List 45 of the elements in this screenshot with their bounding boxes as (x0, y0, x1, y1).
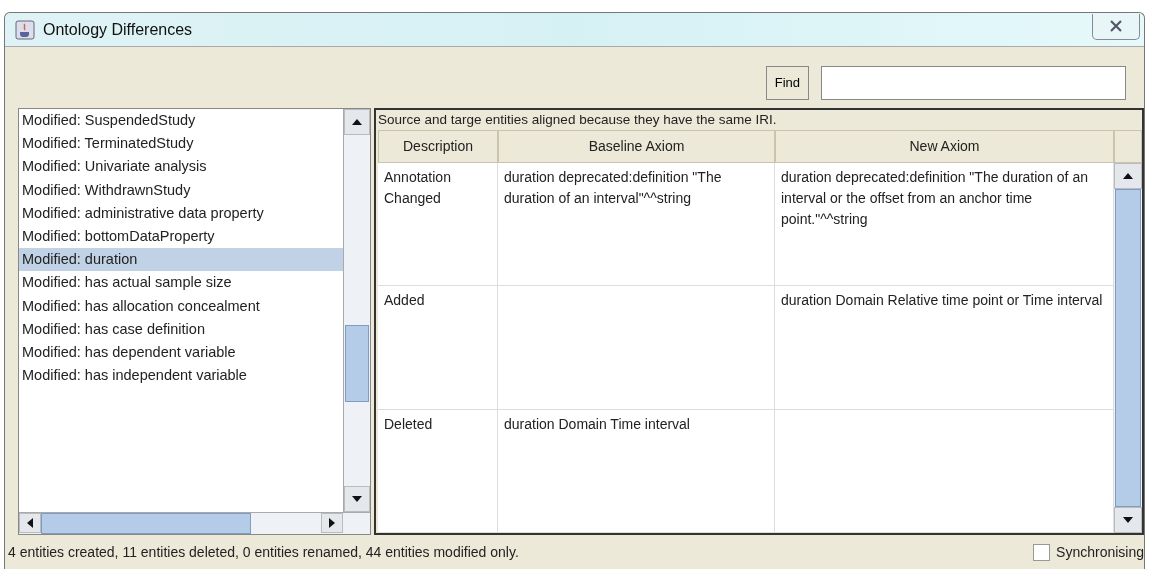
header-corner (1114, 130, 1142, 163)
find-button[interactable]: Find (765, 66, 809, 100)
down-arrow-icon (1123, 517, 1133, 523)
column-header: Baseline Axiom (498, 130, 775, 163)
scrollbar-thumb[interactable] (41, 513, 251, 534)
entity-list-item[interactable]: Modified: Univariate analysis (19, 155, 343, 179)
entity-list-item[interactable]: Modified: has case definition (19, 317, 343, 341)
status-text: 4 entities created, 11 entities deleted, 0 entities renamed, 44 entities modified only. (8, 542, 519, 562)
entity-list-item[interactable]: Modified: has allocation concealment (19, 294, 343, 318)
entity-list-item[interactable]: Modified: administrative data property (19, 201, 343, 225)
find-field[interactable] (821, 66, 1126, 100)
window-title: Ontology Differences (43, 19, 193, 40)
synchronising-label: Synchronising (1056, 542, 1144, 562)
down-arrow-icon (352, 496, 362, 502)
right-arrow-icon (329, 518, 335, 528)
entity-list-item[interactable]: Modified: has independent variable (19, 364, 343, 388)
table-cell-text: Deleted (384, 415, 433, 432)
entity-list-item[interactable]: Modified: has actual sample size (19, 271, 343, 295)
entity-list-item[interactable]: Modified: WithdrawnStudy (19, 178, 343, 202)
table-cell-text: duration deprecated:definition "The duration of an interval or the offset from an anchor time point."^^string (781, 169, 1088, 227)
table-cell-text: duration Domain Relative time point or Time interval (781, 292, 1103, 309)
entity-list-item[interactable]: Modified: TerminatedStudy (19, 132, 343, 156)
table-cell-text: duration deprecated:definition "The duration of an interval"^^string (504, 169, 722, 206)
scrollbar-thumb[interactable] (345, 324, 369, 402)
column-header: New Axiom (775, 130, 1114, 163)
table-vertical-scrollbar[interactable] (1114, 130, 1142, 533)
table-cell-text: duration Domain Time interval (504, 415, 690, 432)
scrollbar-thumb[interactable] (1115, 189, 1141, 507)
entity-list-item[interactable]: Modified: bottomDataProperty (19, 224, 343, 249)
table-cell-text: Added (384, 292, 425, 309)
close-icon (1109, 20, 1123, 32)
vertical-scrollbar[interactable] (343, 109, 370, 512)
up-arrow-icon (352, 119, 362, 125)
left-arrow-icon (27, 518, 33, 528)
column-header: Description (378, 130, 498, 163)
java-cup-icon (15, 19, 35, 40)
entity-list-item[interactable]: Modified: SuspendedStudy (19, 109, 343, 133)
up-arrow-icon (1123, 173, 1133, 179)
horizontal-scrollbar[interactable] (19, 512, 370, 534)
close-button[interactable] (1092, 13, 1140, 40)
alignment-caption: Source and targe entities aligned because they have the same IRI. (377, 111, 778, 129)
entity-list-item[interactable]: Modified: has dependent variable (19, 340, 343, 365)
synchronising-checkbox[interactable] (1033, 543, 1051, 561)
entity-list-item[interactable]: Modified: duration (19, 248, 343, 272)
table-cell-text: Annotation Changed (384, 169, 451, 206)
